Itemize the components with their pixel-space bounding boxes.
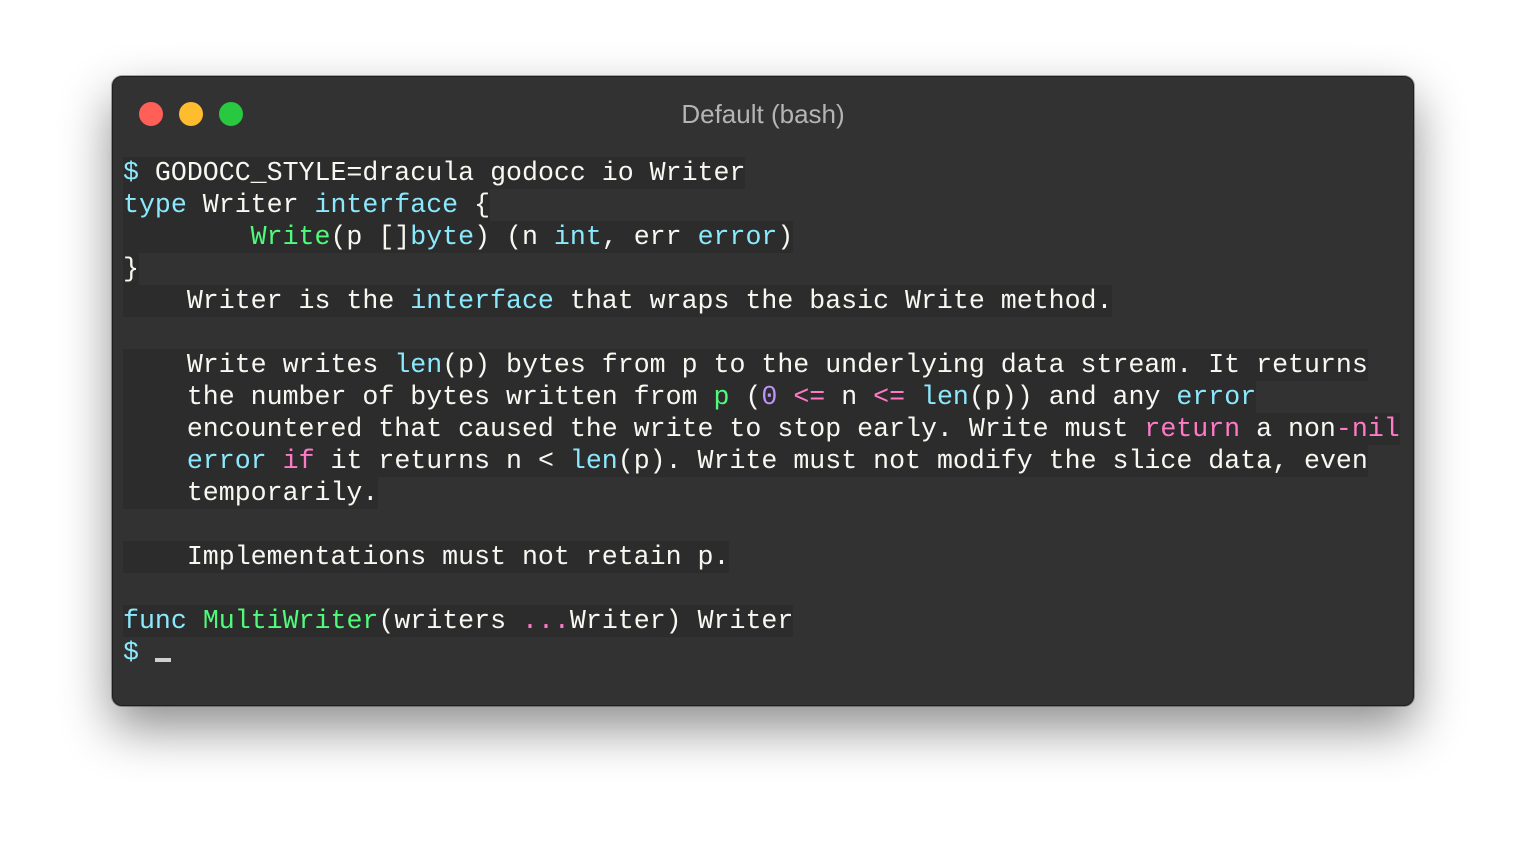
text-token: Writer is the bbox=[123, 286, 411, 316]
line-text: Writer is the interface that wraps the b… bbox=[123, 285, 1113, 317]
text-token: that wraps the basic Write method. bbox=[553, 286, 1113, 316]
text-token: (p). Write must not modify the slice dat… bbox=[617, 446, 1368, 476]
text-token: <= bbox=[873, 382, 906, 412]
text-token: (p [] bbox=[330, 222, 411, 252]
text-token: Write writes bbox=[123, 350, 395, 380]
text-token: Writer) Writer bbox=[569, 606, 794, 636]
text-token: return bbox=[1144, 414, 1241, 444]
text-token: the number of bytes written from bbox=[123, 382, 714, 412]
terminal-line: Writer is the interface that wraps the b… bbox=[123, 285, 1400, 317]
text-token: , err bbox=[601, 222, 698, 252]
text-token: MultiWriter bbox=[202, 606, 379, 636]
terminal-line: the number of bytes written from p (0 <=… bbox=[123, 381, 1400, 413]
text-token: a non bbox=[1240, 414, 1336, 444]
text-token: Write bbox=[250, 222, 331, 252]
text-token: <= bbox=[793, 382, 826, 412]
line-text: } bbox=[123, 253, 139, 285]
text-token: func bbox=[123, 606, 187, 636]
line-text: Write(p []byte) (n int, err error) bbox=[123, 221, 794, 253]
terminal-line: func MultiWriter(writers ...Writer) Writ… bbox=[123, 605, 1400, 637]
text-token: -nil bbox=[1335, 414, 1400, 444]
terminal-window: Default (bash) $ GODOCC_STYLE=dracula go… bbox=[112, 76, 1414, 706]
line-text: type Writer interface { bbox=[123, 189, 491, 221]
terminal-line: Implementations must not retain p. bbox=[123, 541, 1400, 573]
text-token: n bbox=[825, 382, 874, 412]
text-token: { bbox=[458, 190, 491, 220]
text-token: GODOCC_STYLE=dracula godocc io Writer bbox=[138, 158, 746, 188]
text-token: byte bbox=[410, 222, 475, 252]
text-token: ( bbox=[729, 382, 762, 412]
text-token: encountered that caused the write to sto… bbox=[123, 414, 1145, 444]
terminal-line: type Writer interface { bbox=[123, 189, 1400, 221]
text-token: } bbox=[123, 254, 139, 284]
terminal-line: temporarily. bbox=[123, 477, 1400, 509]
text-token: it returns n < bbox=[314, 446, 570, 476]
prompt-line[interactable]: $ bbox=[123, 637, 1400, 669]
text-token: 0 bbox=[761, 382, 778, 412]
title-bar: Default (bash) bbox=[113, 77, 1413, 151]
text-token: error bbox=[1176, 382, 1257, 412]
text-token: $ bbox=[123, 158, 139, 188]
terminal-line: encountered that caused the write to sto… bbox=[123, 413, 1400, 445]
text-token: type bbox=[123, 190, 187, 220]
text-token: len bbox=[569, 446, 618, 476]
text-token: len bbox=[394, 350, 443, 380]
line-text: $ GODOCC_STYLE=dracula godocc io Writer bbox=[123, 157, 746, 189]
text-token: interface bbox=[314, 190, 459, 220]
text-token: Implementations must not retain p. bbox=[123, 542, 730, 572]
window-title: Default (bash) bbox=[681, 99, 845, 129]
cursor bbox=[154, 658, 171, 662]
text-token: (p) bytes from p to the underlying data … bbox=[442, 350, 1368, 380]
text-token: error bbox=[186, 446, 267, 476]
text-token: ) (n bbox=[474, 222, 554, 252]
text-token: error bbox=[697, 222, 778, 252]
line-text: temporarily. bbox=[123, 477, 379, 509]
terminal-line: } bbox=[123, 253, 1400, 285]
line-text: encountered that caused the write to sto… bbox=[123, 413, 1400, 445]
line-text: Implementations must not retain p. bbox=[123, 541, 730, 573]
terminal-line: error if it returns n < len(p). Write mu… bbox=[123, 445, 1400, 477]
text-token: Writer bbox=[186, 190, 315, 220]
text-token: (p)) and any bbox=[968, 382, 1177, 412]
line-text: error if it returns n < len(p). Write mu… bbox=[123, 445, 1368, 477]
line-text: func MultiWriter(writers ...Writer) Writ… bbox=[123, 605, 794, 637]
terminal-output[interactable]: $ GODOCC_STYLE=dracula godocc io Writer t… bbox=[123, 157, 1400, 669]
text-token: temporarily. bbox=[123, 478, 379, 508]
terminal-line: Write writes len(p) bytes from p to the … bbox=[123, 349, 1400, 381]
text-token: int bbox=[553, 222, 602, 252]
line-text: Write writes len(p) bytes from p to the … bbox=[123, 349, 1368, 381]
terminal-line: Write(p []byte) (n int, err error) bbox=[123, 221, 1400, 253]
text-token: ... bbox=[522, 606, 570, 636]
line-text: the number of bytes written from p (0 <=… bbox=[123, 381, 1257, 413]
text-token: ) bbox=[777, 222, 794, 252]
text-token: p bbox=[713, 382, 730, 412]
terminal-line: $ GODOCC_STYLE=dracula godocc io Writer bbox=[123, 157, 1400, 189]
text-token: len bbox=[921, 382, 969, 412]
prompt-symbol: $ bbox=[123, 638, 155, 668]
text-token: interface bbox=[410, 286, 554, 316]
text-token: (writers bbox=[378, 606, 523, 636]
text-token: if bbox=[282, 446, 315, 476]
